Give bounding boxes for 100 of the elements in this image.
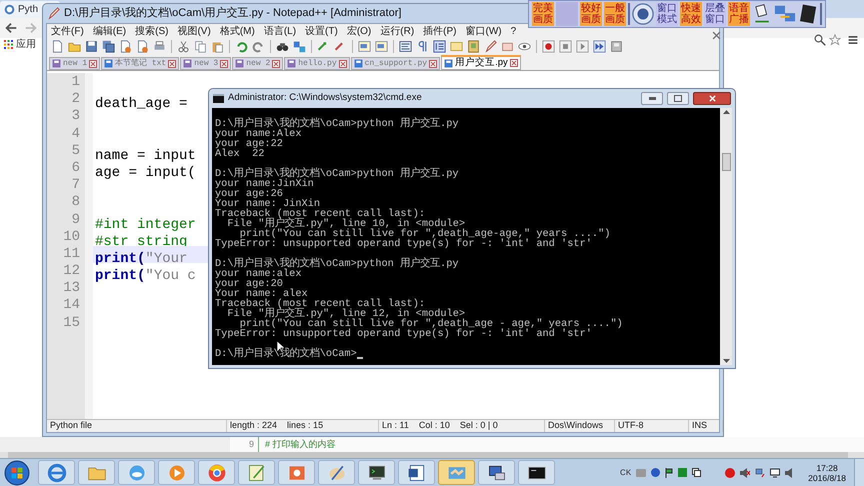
menu-item[interactable]: 视图(V) (177, 24, 211, 38)
apps-grid-icon[interactable] (4, 40, 13, 49)
close-file-icon[interactable] (119, 40, 132, 53)
toolbar-button[interactable]: 窗口模式 (656, 2, 678, 26)
console-line: print("You can still live for ",death_age-age," years ....") (240, 229, 612, 239)
sync-scroll-icon[interactable] (358, 40, 371, 53)
toolbar-button[interactable]: 快速高效 (680, 2, 702, 26)
console-line: D:\用户目录\我的文档\oCam>python 用户交互.py (215, 169, 460, 179)
console-line: Your name: alex (215, 289, 309, 299)
menu-item[interactable]: 语言(L) (264, 24, 296, 38)
pen-icon[interactable] (484, 40, 497, 53)
menu-item[interactable]: 搜索(S) (135, 24, 168, 38)
lens-icon[interactable] (632, 2, 654, 26)
square-icon[interactable] (678, 468, 688, 477)
taskbar-button[interactable] (358, 460, 395, 485)
clock-date[interactable]: 2016/8/18 (808, 472, 846, 482)
note-icon[interactable] (450, 40, 463, 53)
redo-icon[interactable] (252, 40, 265, 53)
new-file-icon[interactable] (51, 40, 64, 53)
word-wrap-icon[interactable] (399, 40, 412, 53)
fast-forward-icon[interactable] (593, 40, 606, 53)
play-icon[interactable] (576, 40, 589, 53)
close-all-icon[interactable] (136, 40, 149, 53)
minimize-button[interactable] (641, 92, 663, 105)
close-icon[interactable] (510, 59, 518, 67)
paste-icon[interactable] (211, 40, 224, 53)
close-icon[interactable] (712, 31, 721, 40)
close-icon[interactable] (89, 60, 98, 68)
replace-icon[interactable] (293, 40, 306, 53)
close-icon[interactable] (338, 60, 347, 68)
taskbar-button[interactable] (398, 460, 435, 485)
toolbar-button[interactable]: 层叠窗口 (704, 2, 726, 26)
toolbar-button[interactable]: 语音广播 (728, 2, 750, 26)
printer-icon[interactable] (153, 40, 166, 53)
menu-item[interactable]: 窗口(W) (466, 24, 502, 38)
folder-icon[interactable] (68, 40, 81, 53)
indent-guide-icon[interactable] (433, 40, 446, 53)
back-arrow-icon[interactable] (4, 21, 18, 35)
record-icon[interactable] (725, 468, 736, 478)
stop-icon[interactable] (559, 40, 572, 53)
menu-item[interactable]: 编辑(E) (92, 24, 126, 38)
menu-item[interactable]: 文件(F) (51, 24, 84, 38)
moon-icon[interactable] (798, 3, 818, 25)
copy-icon[interactable] (692, 468, 702, 477)
horizontal-scrollbar[interactable] (0, 452, 864, 458)
vertical-scrollbar[interactable] (720, 108, 732, 365)
menu-item[interactable]: 设置(T) (305, 24, 338, 38)
help-icon[interactable] (651, 468, 660, 477)
console-line: TypeError: unsupported operand type(s) for -: 'int' and 'str' (215, 329, 592, 339)
file-tab[interactable]: 用户交互.py (441, 55, 521, 70)
menu-item[interactable]: 插件(P) (423, 24, 457, 38)
menu-icon[interactable] (848, 35, 858, 45)
save-all-icon[interactable] (102, 40, 115, 53)
close-icon[interactable] (429, 60, 438, 68)
network-icon[interactable] (755, 468, 766, 478)
code-line: #int integer (95, 216, 196, 232)
bookmark-link[interactable]: 应用 (16, 37, 36, 52)
pilcrow-icon[interactable] (416, 40, 429, 53)
save-macro-icon[interactable] (610, 40, 623, 53)
flag-icon[interactable] (665, 468, 674, 478)
maximize-button[interactable] (667, 92, 689, 105)
monitor-icon[interactable] (770, 468, 780, 478)
maximize-icon (674, 95, 682, 102)
save-icon[interactable] (85, 40, 98, 53)
eye-icon[interactable] (518, 40, 531, 53)
taskbar-button[interactable] (478, 460, 515, 485)
code-line: print("Your (95, 250, 188, 267)
line-number: 9 (248, 438, 255, 451)
clock-time[interactable]: 17:28 (816, 462, 838, 472)
sync-scroll-icon[interactable] (375, 40, 388, 53)
speaker-muted-icon[interactable] (740, 468, 750, 478)
scissors-icon[interactable] (177, 40, 190, 53)
line-number: 7 (72, 177, 80, 194)
window-title: D:\用户目录\我的文档\oCam\用户交互.py - Notepad++ [Administrator] (64, 6, 402, 22)
close-button[interactable] (693, 92, 731, 105)
start-button[interactable] (4, 460, 30, 486)
close-icon[interactable] (220, 60, 228, 68)
down-arrow-icon[interactable] (722, 359, 730, 363)
toolbar-button[interactable]: 较好画质 (580, 2, 602, 26)
menu-item[interactable]: 运行(R) (380, 24, 414, 38)
scroll-thumb[interactable] (722, 152, 730, 170)
close-icon[interactable] (272, 60, 280, 68)
console-icon (213, 94, 224, 103)
map-icon[interactable] (467, 40, 480, 53)
star-icon[interactable] (829, 34, 841, 46)
taskbar-button[interactable] (518, 460, 555, 485)
toolbar-button[interactable]: 完美画质 (532, 2, 554, 26)
close-icon[interactable] (168, 60, 176, 68)
toolbar-button[interactable]: 一般画质 (604, 2, 626, 26)
input-method-indicator[interactable]: CK (620, 466, 632, 478)
box-icon[interactable] (501, 40, 514, 53)
menu-item[interactable]: 宏(O) (346, 24, 372, 38)
up-arrow-icon[interactable] (722, 110, 730, 114)
status-text: Sel : 0 | 0 (460, 419, 498, 432)
menu-item[interactable]: 格式(M) (220, 24, 255, 38)
code-comment: # 打印输入的内容 (264, 438, 336, 451)
undo-icon[interactable] (235, 40, 248, 53)
record-icon[interactable] (542, 40, 555, 53)
zoom-icon[interactable] (814, 34, 826, 46)
menu-item[interactable]: ? (510, 24, 516, 38)
